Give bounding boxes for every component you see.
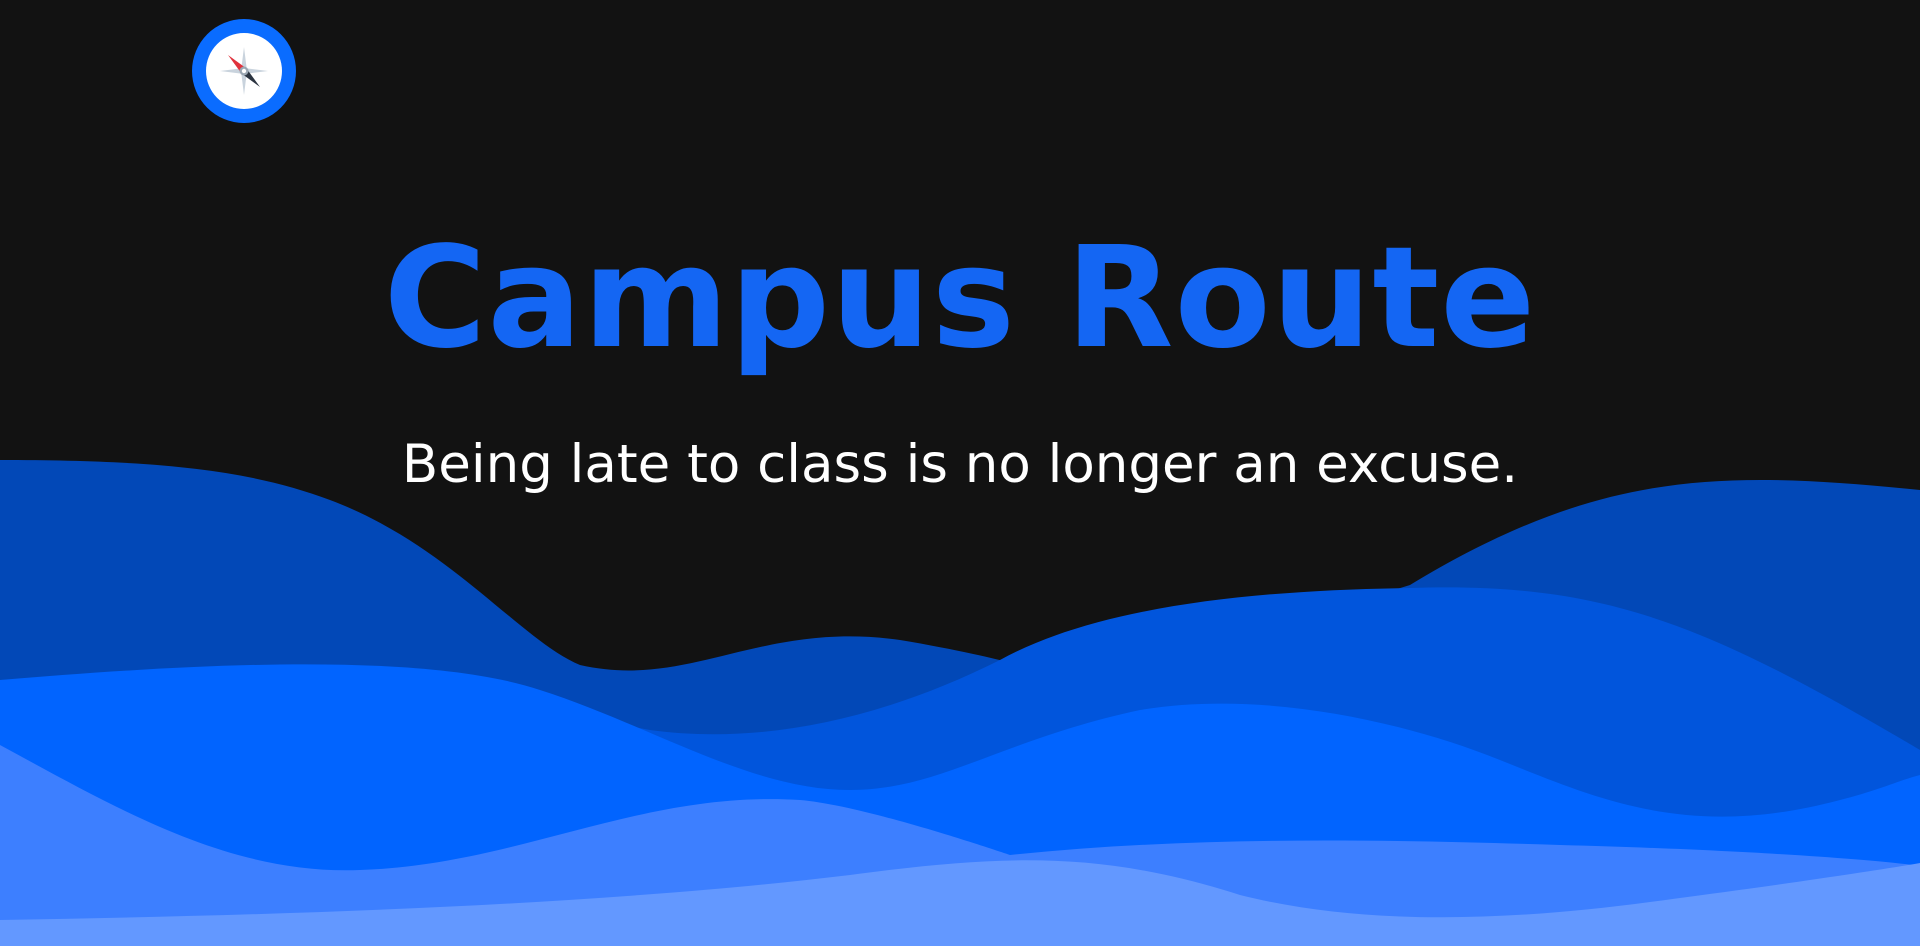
hero-title: Campus Route xyxy=(383,217,1537,380)
app-logo-button[interactable] xyxy=(192,19,296,123)
compass-icon xyxy=(213,40,275,102)
landing-page: Campus Route Being late to class is no l… xyxy=(0,0,1920,946)
logo-face xyxy=(206,33,282,109)
hero-subtitle: Being late to class is no longer an excu… xyxy=(401,434,1519,495)
